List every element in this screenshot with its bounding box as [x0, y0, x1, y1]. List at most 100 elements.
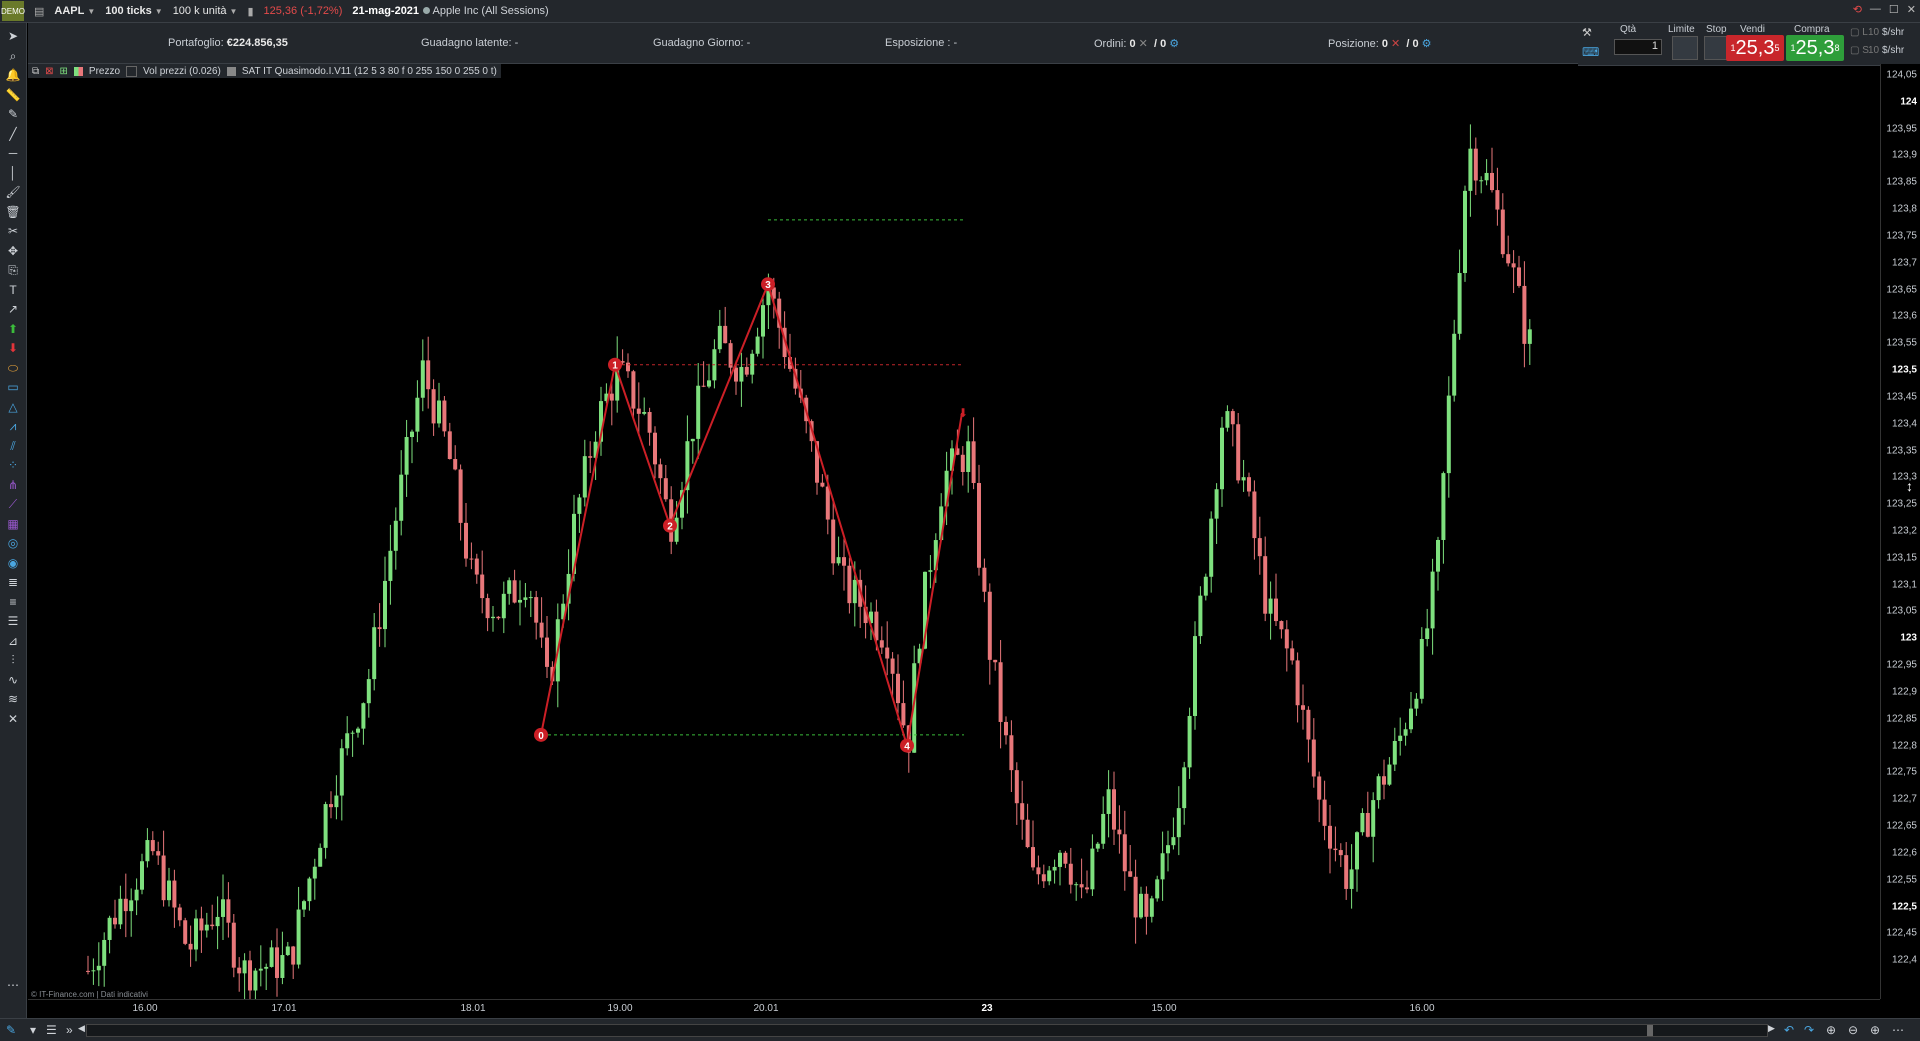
close-icon[interactable]: ✕	[1907, 3, 1916, 16]
dots-icon[interactable]: ⁘	[5, 458, 21, 472]
vline-icon[interactable]: │	[5, 166, 21, 180]
andrews-icon[interactable]: ⫶	[5, 653, 21, 667]
more-tools-icon[interactable]: ⋯	[5, 978, 21, 992]
candle-body	[431, 389, 436, 424]
ellipse-icon[interactable]: ⬭	[5, 361, 21, 375]
window-icon[interactable]: ⧉	[32, 66, 39, 77]
orders-close-icon[interactable]: ✕	[1139, 38, 1148, 50]
box-icon[interactable]: ▦	[5, 517, 21, 531]
gann-icon[interactable]: ⊿	[5, 634, 21, 648]
latent-value: -	[514, 37, 519, 49]
pitchfork-icon[interactable]: ⋔	[5, 478, 21, 492]
hline-icon[interactable]: ─	[5, 146, 21, 160]
brush-icon[interactable]: 🖌	[5, 185, 21, 199]
text-icon[interactable]: T	[5, 283, 21, 297]
candle-body	[534, 597, 539, 623]
candle-body	[231, 922, 236, 968]
keyboard-icon[interactable]: ⌨	[1582, 45, 1599, 59]
settings-icon[interactable]: ✂	[5, 224, 21, 238]
buy-button[interactable]: 1 25,3 8	[1786, 35, 1844, 61]
candle-body	[458, 469, 463, 523]
up-arrow-icon[interactable]: ⬆	[5, 322, 21, 336]
triangle-icon[interactable]: △	[5, 400, 21, 414]
scroll-left-icon[interactable]: ◀	[78, 1023, 85, 1034]
ruler-icon[interactable]: 📏	[5, 88, 21, 102]
orders-info[interactable]: Ordini: 0 ✕ / 0 ⚙	[1094, 37, 1179, 50]
candle-body	[1101, 813, 1106, 844]
zigzag-icon[interactable]: ⩘	[5, 419, 21, 433]
dropdown-caret-icon[interactable]: ▾	[30, 1023, 36, 1037]
move-icon[interactable]: ✥	[5, 244, 21, 258]
gear-icon[interactable]: ⚙	[1422, 38, 1432, 50]
double-chevron-icon[interactable]: »	[66, 1023, 73, 1037]
gear-icon[interactable]: ⚙	[1169, 38, 1179, 50]
scroll-right-icon[interactable]: ▶	[1768, 1023, 1775, 1034]
target-icon[interactable]: ◉	[5, 556, 21, 570]
down-arrow-icon[interactable]: ⬇	[5, 341, 21, 355]
interval-dropdown[interactable]: 100 ticks ▼	[105, 5, 162, 17]
close-icon[interactable]: ⊠	[45, 66, 53, 77]
y-tick-label: 122,95	[1886, 659, 1917, 671]
candle-body	[204, 924, 209, 931]
candle-body	[1387, 764, 1392, 785]
copy-icon[interactable]: ⎘	[5, 263, 21, 277]
draw-mode-icon[interactable]: ✎	[6, 1023, 16, 1037]
zoom-out-icon[interactable]: ⊖	[1848, 1023, 1858, 1037]
rectangle-icon[interactable]: ▭	[5, 380, 21, 394]
sat-indicator[interactable]: SAT IT Quasimodo.I.V11 (12 5 3 80 f 0 25…	[242, 66, 497, 77]
undo-icon[interactable]: ↶	[1784, 1023, 1794, 1037]
redo-icon[interactable]: ↷	[1804, 1023, 1814, 1037]
cursor-icon[interactable]: ➤	[5, 29, 21, 43]
trash-icon[interactable]: 🗑	[5, 205, 21, 219]
qty-input[interactable]: 1	[1614, 39, 1662, 55]
spiral-icon[interactable]: ◎	[5, 536, 21, 550]
menu-icon[interactable]: ☰	[46, 1023, 57, 1037]
candle-body	[1349, 869, 1354, 889]
chart-date[interactable]: 21-mag-2021	[352, 5, 419, 17]
fib-retr-icon[interactable]: ≡	[5, 595, 21, 609]
sell-button[interactable]: 1 25,3 5	[1726, 35, 1784, 61]
vol-indicator[interactable]: Vol prezzi (0.026)	[143, 66, 221, 77]
info-icon[interactable]: ▮	[247, 5, 253, 18]
wrench-icon[interactable]: ⚒	[1582, 26, 1592, 39]
time-axis[interactable]: 16.00 17.01 18.01 19.00 20.01 23 15.00 16.00	[28, 999, 1880, 1018]
fan-icon[interactable]: ⟋	[5, 497, 21, 511]
units-dropdown[interactable]: 100 k unità ▼	[173, 5, 238, 17]
line-icon[interactable]: ╱	[5, 127, 21, 141]
price-axis[interactable]: 124,05 124 123,95 123,9 123,85 123,8 123,75 123…	[1880, 64, 1920, 999]
cross-icon[interactable]: ✕	[5, 712, 21, 726]
maximize-icon[interactable]: ☐	[1889, 3, 1899, 16]
more-icon[interactable]: ⋯	[1892, 1023, 1904, 1037]
scroll-thumb[interactable]	[1647, 1025, 1653, 1036]
zoom-fit-icon[interactable]: ⊕	[1826, 1023, 1836, 1037]
limit-order-button[interactable]	[1672, 36, 1698, 60]
wave-icon[interactable]: ≋	[5, 692, 21, 706]
chart-scrollbar[interactable]	[86, 1024, 1768, 1037]
zoom-in-icon[interactable]: ⊕	[1870, 1023, 1880, 1037]
list-icon[interactable]: ▤	[34, 5, 44, 18]
candle-body	[1112, 789, 1116, 830]
symbol-dropdown[interactable]: AAPL ▼	[54, 5, 95, 17]
fib-ext-icon[interactable]: ☰	[5, 614, 21, 628]
alert-icon[interactable]: 🔔	[5, 68, 21, 82]
expand-icon[interactable]: ⊞	[60, 66, 68, 77]
position-close-icon[interactable]: ✕	[1391, 38, 1400, 50]
arrow-icon[interactable]: ↗	[5, 302, 21, 316]
position-info[interactable]: Posizione: 0 ✕ / 0 ⚙	[1328, 37, 1432, 50]
s-toggle[interactable]: ▢ S	[1850, 45, 1869, 56]
price-chart[interactable]: ⬇ 0 1 2 3 4	[28, 64, 1880, 999]
candle-body	[383, 580, 387, 630]
candle-body	[1031, 847, 1035, 868]
sync-icon[interactable]: ⟲	[1853, 3, 1862, 16]
candle-body	[1425, 628, 1430, 639]
pencil-icon[interactable]: ✎	[5, 107, 21, 121]
window-controls: ⟲ — ☐ ✕	[1853, 3, 1916, 16]
fib-icon[interactable]: ≣	[5, 575, 21, 589]
zoom-icon[interactable]: ⌕	[5, 49, 21, 63]
candle-body	[1382, 776, 1386, 785]
channel-icon[interactable]: ⫽	[5, 439, 21, 453]
l-toggle[interactable]: ▢ L	[1850, 27, 1868, 38]
cycle-icon[interactable]: ∿	[5, 673, 21, 687]
price-indicator[interactable]: Prezzo	[89, 66, 120, 77]
minimize-icon[interactable]: —	[1870, 3, 1881, 16]
